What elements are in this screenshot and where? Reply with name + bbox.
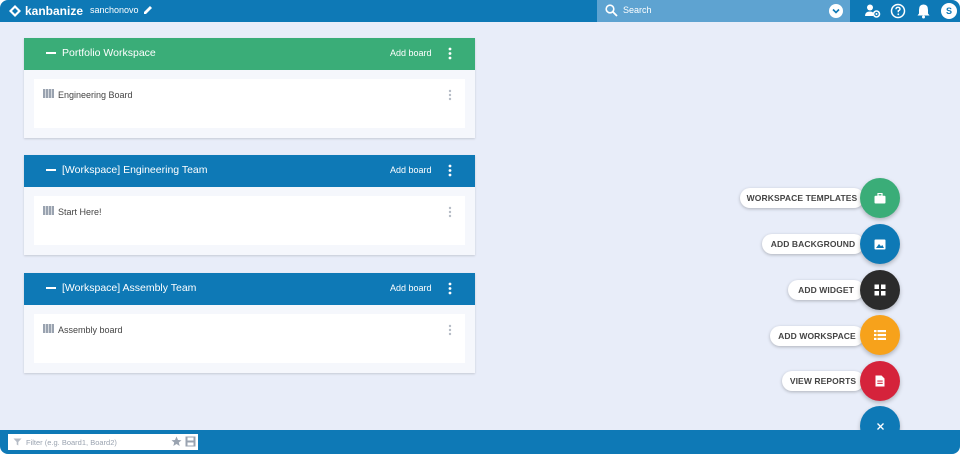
kanbanize-logo-icon [9, 5, 21, 17]
board-columns-icon [43, 89, 54, 98]
workspace-header: [Workspace] Engineering Team Add board [24, 155, 475, 187]
help-icon[interactable] [890, 3, 906, 19]
username: sanchonovo [90, 5, 139, 15]
search-dropdown-button[interactable] [829, 4, 843, 18]
view-reports-label[interactable]: VIEW REPORTS [782, 371, 864, 391]
workspace-menu-icon[interactable] [448, 47, 452, 60]
chevron-down-icon [832, 8, 840, 14]
workspace-menu-icon[interactable] [448, 164, 452, 177]
filter-field[interactable]: Filter (e.g. Board1, Board2) [8, 434, 198, 450]
add-background-label[interactable]: ADD BACKGROUND [762, 234, 864, 254]
search-input[interactable]: Search [623, 5, 652, 15]
search-box[interactable]: Search [597, 0, 850, 22]
list-icon [874, 330, 886, 340]
add-board-button[interactable]: Add board [390, 283, 432, 293]
board-columns-icon [43, 206, 54, 215]
image-icon [874, 239, 886, 249]
collapse-icon[interactable] [46, 169, 56, 171]
board-card[interactable]: Assembly board [34, 314, 465, 363]
report-icon [875, 375, 885, 387]
workspace-card: Portfolio Workspace Add board Engineerin… [24, 38, 475, 138]
pencil-icon[interactable] [143, 5, 153, 15]
top-bar: kanbanize sanchonovo Search S [0, 0, 960, 22]
workspace-body: Start Here! [24, 187, 475, 255]
save-filter-icon[interactable] [185, 436, 196, 447]
add-widget-button[interactable] [860, 270, 900, 310]
board-card[interactable]: Start Here! [34, 196, 465, 245]
board-menu-icon[interactable] [448, 324, 452, 336]
workspace-card: [Workspace] Assembly Team Add board Asse… [24, 273, 475, 373]
workspace-body: Engineering Board [24, 70, 475, 138]
workspace-templates-button[interactable] [860, 178, 900, 218]
add-background-button[interactable] [860, 224, 900, 264]
add-workspace-label[interactable]: ADD WORKSPACE [770, 326, 864, 346]
workspace-title[interactable]: Portfolio Workspace [46, 47, 156, 59]
avatar[interactable]: S [941, 3, 957, 19]
board-name: Start Here! [58, 207, 102, 217]
filter-input[interactable]: Filter (e.g. Board1, Board2) [26, 438, 117, 447]
logo[interactable]: kanbanize [9, 3, 83, 19]
workspace-menu-icon[interactable] [448, 282, 452, 295]
workspace-title[interactable]: [Workspace] Engineering Team [46, 164, 208, 176]
widget-icon [874, 284, 886, 296]
add-board-button[interactable]: Add board [390, 48, 432, 58]
add-board-button[interactable]: Add board [390, 165, 432, 175]
workspace-title[interactable]: [Workspace] Assembly Team [46, 282, 196, 294]
star-icon[interactable] [171, 436, 182, 447]
board-card[interactable]: Engineering Board [34, 79, 465, 128]
notifications-bell-icon[interactable] [916, 3, 931, 19]
board-name: Engineering Board [58, 90, 133, 100]
avatar-letter: S [945, 6, 952, 16]
logo-text: kanbanize [25, 4, 84, 18]
add-widget-label[interactable]: ADD WIDGET [788, 280, 864, 300]
workspace-templates-label[interactable]: WORKSPACE TEMPLATES [740, 188, 864, 208]
search-icon [605, 4, 618, 17]
user-settings-icon[interactable] [864, 3, 881, 19]
bottom-bar: Filter (e.g. Board1, Board2) [0, 430, 960, 454]
add-workspace-button[interactable] [860, 315, 900, 355]
board-menu-icon[interactable] [448, 89, 452, 101]
app-frame: kanbanize sanchonovo Search S Portfolio … [0, 0, 960, 454]
view-reports-button[interactable] [860, 361, 900, 401]
board-menu-icon[interactable] [448, 206, 452, 218]
username-editor[interactable]: sanchonovo [90, 5, 153, 15]
workspace-title-text: [Workspace] Assembly Team [62, 282, 197, 294]
collapse-icon[interactable] [46, 287, 56, 289]
workspace-title-text: [Workspace] Engineering Team [62, 164, 208, 176]
workspace-header: Portfolio Workspace Add board [24, 38, 475, 70]
board-name: Assembly board [58, 325, 123, 335]
workspace-header: [Workspace] Assembly Team Add board [24, 273, 475, 305]
workspace-body: Assembly board [24, 305, 475, 373]
workspace-title-text: Portfolio Workspace [62, 47, 156, 59]
filter-icon [13, 438, 22, 446]
collapse-icon[interactable] [46, 52, 56, 54]
board-columns-icon [43, 324, 54, 333]
briefcase-icon [874, 192, 886, 203]
workspace-card: [Workspace] Engineering Team Add board S… [24, 155, 475, 255]
